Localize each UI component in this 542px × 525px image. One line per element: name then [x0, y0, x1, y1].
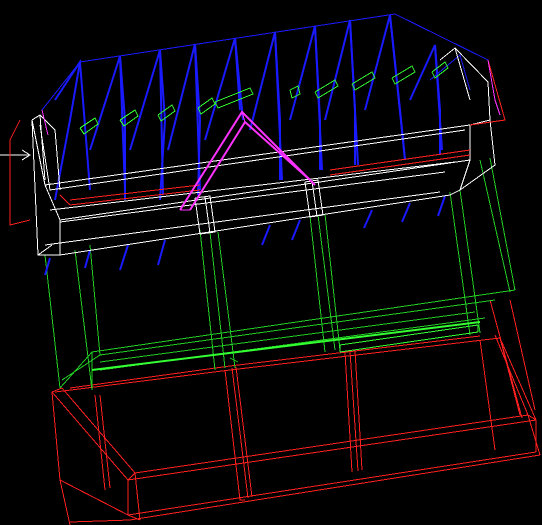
eaves-layer — [9, 59, 506, 226]
building-wireframe-model[interactable] — [0, 0, 542, 525]
cad-wireframe-viewport[interactable] — [0, 0, 542, 525]
ring-beam-layer — [0, 47, 496, 256]
wall-frame-layer — [44, 157, 516, 391]
